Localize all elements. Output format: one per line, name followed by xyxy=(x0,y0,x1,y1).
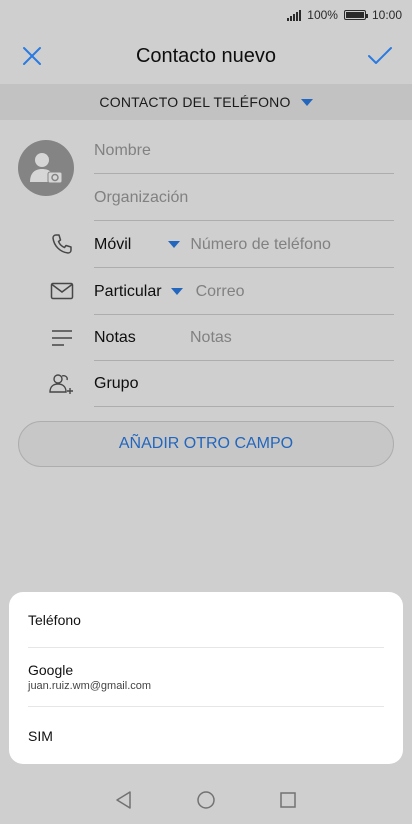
account-option-title: SIM xyxy=(28,727,53,744)
close-icon xyxy=(23,47,41,65)
account-option-google[interactable]: Google juan.ruiz.wm@gmail.com xyxy=(28,648,384,707)
close-button[interactable] xyxy=(14,38,50,74)
account-option-sim[interactable]: SIM xyxy=(28,707,384,764)
account-option-title: Teléfono xyxy=(28,611,81,628)
account-picker-sheet: Teléfono Google juan.ruiz.wm@gmail.com S… xyxy=(9,592,403,764)
account-option-email: juan.ruiz.wm@gmail.com xyxy=(28,680,152,692)
account-option-title: Google xyxy=(28,662,74,678)
check-icon xyxy=(368,47,392,64)
save-button[interactable] xyxy=(362,38,398,74)
account-option-phone[interactable]: Teléfono xyxy=(28,592,384,648)
